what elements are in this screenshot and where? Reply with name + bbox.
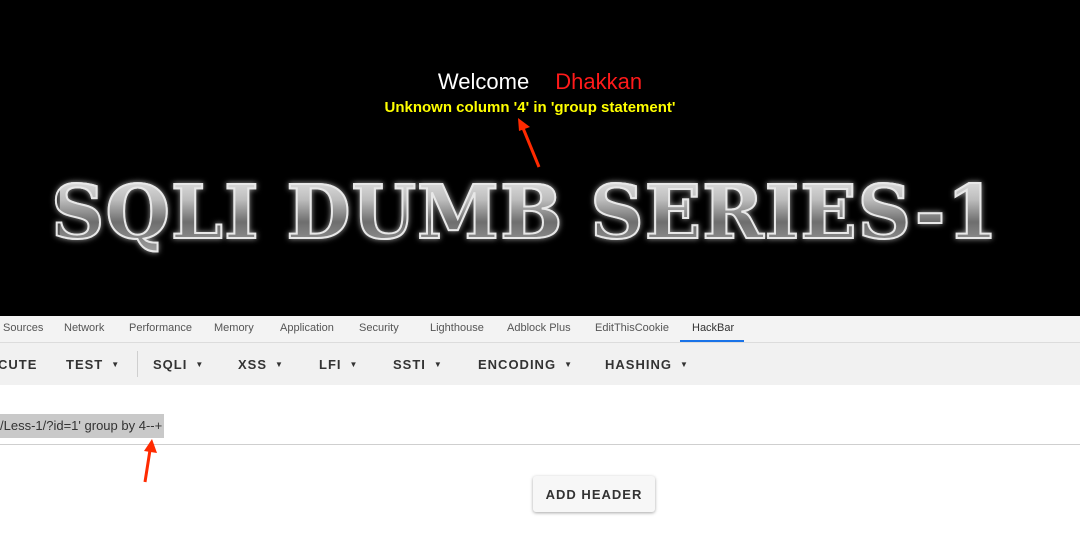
url-input-value[interactable]: /Less-1/?id=1' group by 4--+ xyxy=(0,414,165,438)
xss-menu[interactable]: XSS ▼ xyxy=(238,357,284,372)
execute-button[interactable]: CUTE xyxy=(0,357,37,372)
tab-performance[interactable]: Performance xyxy=(129,322,192,334)
tab-security[interactable]: Security xyxy=(359,322,399,334)
encoding-label: ENCODING xyxy=(478,357,557,372)
caret-down-icon: ▼ xyxy=(275,360,284,369)
red-arrow-icon xyxy=(143,439,157,483)
devtools-tab-bar: Sources Network Performance Memory Appli… xyxy=(0,316,1080,343)
welcome-username: Dhakkan xyxy=(555,69,643,94)
caret-down-icon: ▼ xyxy=(349,360,359,369)
sql-error-message: Unknown column '4' in 'group statement' xyxy=(384,99,676,116)
sqli-menu[interactable]: SQLI ▼ xyxy=(153,357,204,372)
caret-down-icon: ▼ xyxy=(433,360,443,369)
caret-down-icon: ▼ xyxy=(564,360,573,369)
tab-hackbar[interactable]: HackBar xyxy=(692,322,734,334)
banner-title: SQLI DUMB SERIES-1 xyxy=(50,169,999,257)
red-arrow-icon xyxy=(518,118,541,168)
tab-lighthouse[interactable]: Lighthouse xyxy=(430,322,484,334)
caret-down-icon: ▼ xyxy=(111,360,121,369)
tab-memory[interactable]: Memory xyxy=(214,322,254,334)
caret-down-icon: ▼ xyxy=(679,360,689,369)
caret-down-icon: ▼ xyxy=(195,360,205,369)
tab-sources[interactable]: Sources xyxy=(3,322,43,334)
execute-label: CUTE xyxy=(0,357,38,372)
sqli-label: SQLI xyxy=(153,357,188,372)
xss-label: XSS xyxy=(238,357,268,372)
tab-application[interactable]: Application xyxy=(280,322,334,334)
welcome-label: Welcome xyxy=(437,69,530,94)
page-content: Welcome Dhakkan Unknown column '4' in 'gr… xyxy=(0,0,1080,316)
hackbar-toolbar: CUTE TEST ▼ SQLI ▼ XSS ▼ LFI ▼ SSTI ▼ ENCODIN… xyxy=(0,343,1080,385)
active-tab-indicator xyxy=(680,340,744,342)
test-menu[interactable]: TEST ▼ xyxy=(66,357,120,372)
encoding-menu[interactable]: ENCODING ▼ xyxy=(478,357,573,372)
lfi-label: LFI xyxy=(319,357,342,372)
tab-editthiscookie[interactable]: EditThisCookie xyxy=(595,322,669,334)
url-input[interactable]: /Less-1/?id=1' group by 4--+ xyxy=(0,386,1080,445)
tab-adblock-plus[interactable]: Adblock Plus xyxy=(507,322,571,334)
ssti-label: SSTI xyxy=(393,357,426,372)
hashing-label: HASHING xyxy=(605,357,672,372)
menu-separator xyxy=(137,351,138,377)
test-label: TEST xyxy=(66,357,104,372)
add-header-button[interactable]: ADD HEADER xyxy=(533,476,655,512)
ssti-menu[interactable]: SSTI ▼ xyxy=(393,357,443,372)
tab-network[interactable]: Network xyxy=(64,322,104,334)
lfi-menu[interactable]: LFI ▼ xyxy=(319,357,358,372)
hashing-menu[interactable]: HASHING ▼ xyxy=(605,357,689,372)
welcome-line: Welcome Dhakkan xyxy=(0,68,1080,96)
